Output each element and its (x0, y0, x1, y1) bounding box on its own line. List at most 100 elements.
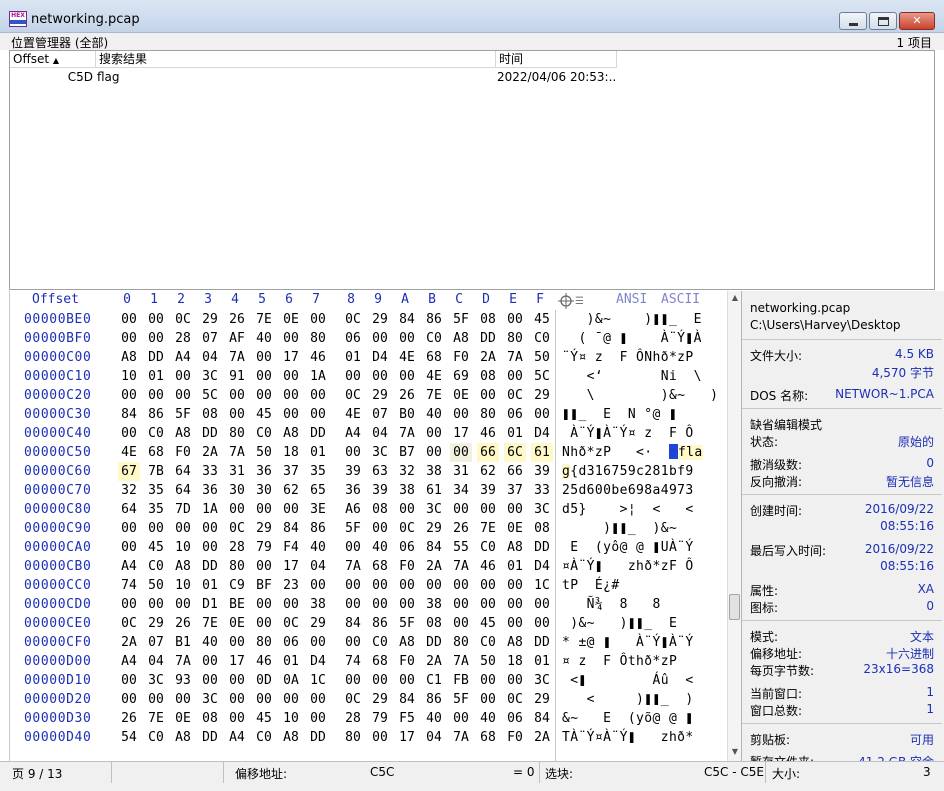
hex-byte[interactable]: 04 (199, 348, 221, 367)
hex-byte[interactable]: 01 (145, 367, 167, 386)
hex-byte[interactable]: 01 (280, 652, 302, 671)
hex-byte[interactable]: 0C (504, 386, 526, 405)
hex-byte[interactable]: 40 (369, 538, 391, 557)
hex-byte[interactable]: 00 (369, 595, 391, 614)
hex-byte[interactable]: F0 (172, 443, 194, 462)
hex-byte[interactable]: 7E (199, 614, 221, 633)
hex-byte[interactable]: 06 (504, 709, 526, 728)
text-row[interactable]: À¨Ý❚À¨Ý¤ z F Ô (556, 424, 725, 443)
hex-byte[interactable]: 80 (450, 633, 472, 652)
hex-byte[interactable]: 04 (145, 652, 167, 671)
scroll-up-icon[interactable]: ▲ (728, 293, 742, 305)
hex-byte[interactable]: F0 (396, 557, 418, 576)
hex-byte[interactable]: 7B (145, 462, 167, 481)
hex-byte[interactable]: 29 (307, 614, 329, 633)
hex-byte[interactable]: A4 (118, 557, 140, 576)
hex-row[interactable]: 00 00 00 3C 00 00 00 00 0C 29 84 86 5F 00 0C 29 (114, 690, 554, 709)
hex-byte[interactable]: 2A (199, 443, 221, 462)
hex-byte[interactable]: 1C (531, 576, 553, 595)
hex-byte[interactable]: 80 (226, 557, 248, 576)
hex-byte[interactable]: 46 (307, 348, 329, 367)
hex-byte[interactable]: 40 (423, 709, 445, 728)
hex-byte[interactable]: A4 (172, 348, 194, 367)
hex-byte[interactable]: A8 (396, 633, 418, 652)
hex-row[interactable]: 00 C0 A8 DD 80 C0 A8 DD A4 04 7A 00 17 46 01 D4 (114, 424, 554, 443)
hex-byte[interactable]: 00 (504, 500, 526, 519)
hex-byte[interactable]: 7E (477, 519, 499, 538)
hex-byte[interactable]: 00 (531, 595, 553, 614)
hex-byte[interactable]: 00 (145, 690, 167, 709)
hex-byte[interactable]: 18 (504, 652, 526, 671)
hex-byte[interactable]: 68 (369, 652, 391, 671)
hex-row[interactable]: A4 04 7A 00 17 46 01 D4 74 68 F0 2A 7A 50 18 01 (114, 652, 554, 671)
hex-byte[interactable]: 40 (199, 633, 221, 652)
hex-byte[interactable]: 0E (226, 614, 248, 633)
hex-byte[interactable]: 00 (423, 576, 445, 595)
hex-byte[interactable]: 00 (396, 367, 418, 386)
hex-byte[interactable]: 68 (145, 443, 167, 462)
hex-byte[interactable]: 86 (307, 519, 329, 538)
hex-byte[interactable]: 46 (477, 424, 499, 443)
hex-byte[interactable]: 26 (226, 310, 248, 329)
hex-byte[interactable]: DD (423, 633, 445, 652)
hex-byte[interactable]: 00 (226, 633, 248, 652)
hex-byte[interactable]: 37 (280, 462, 302, 481)
hex-byte[interactable]: 01 (504, 557, 526, 576)
hex-byte[interactable]: 45 (253, 709, 275, 728)
hex-byte[interactable]: 07 (369, 405, 391, 424)
hex-byte[interactable]: C0 (477, 633, 499, 652)
hex-byte[interactable]: 08 (199, 405, 221, 424)
hex-byte[interactable]: A4 (226, 728, 248, 747)
hex-byte[interactable]: D1 (199, 595, 221, 614)
hex-byte[interactable]: 00 (450, 709, 472, 728)
hex-byte[interactable]: C0 (145, 728, 167, 747)
hex-byte[interactable]: 69 (450, 367, 472, 386)
hex-byte[interactable]: 30 (253, 481, 275, 500)
hex-byte[interactable]: D4 (369, 348, 391, 367)
hex-byte[interactable]: 08 (477, 310, 499, 329)
hex-row[interactable]: 00 00 00 00 0C 29 84 86 5F 00 0C 29 26 7E 0E 08 (114, 519, 554, 538)
hex-byte[interactable]: AF (226, 329, 248, 348)
hex-byte[interactable]: 84 (342, 614, 364, 633)
hex-byte[interactable]: 00 (118, 424, 140, 443)
hex-byte[interactable]: 50 (531, 348, 553, 367)
result-text-cell[interactable]: flag (97, 69, 120, 85)
hex-byte[interactable]: 7E (145, 709, 167, 728)
hex-byte[interactable]: 00 (118, 329, 140, 348)
hex-byte[interactable]: 28 (226, 538, 248, 557)
hex-byte[interactable]: 10 (172, 576, 194, 595)
hex-row[interactable]: 00 00 00 5C 00 00 00 00 0C 29 26 7E 0E 00 0C 29 (114, 386, 554, 405)
hex-byte[interactable]: 08 (199, 709, 221, 728)
hex-byte[interactable]: 00 (199, 519, 221, 538)
hex-byte[interactable]: 23 (280, 576, 302, 595)
hex-byte[interactable]: 5F (172, 405, 194, 424)
hex-byte[interactable]: 86 (369, 614, 391, 633)
hex-byte[interactable]: 2A (118, 633, 140, 652)
hex-byte[interactable]: DD (531, 538, 553, 557)
text-row[interactable]: ¤À¨Ý❚ zhð*zF Ô (556, 557, 725, 576)
text-row[interactable]: Nhð*zP <· fla (556, 443, 725, 462)
hex-byte[interactable]: 29 (369, 310, 391, 329)
hex-byte[interactable]: 00 (307, 576, 329, 595)
hex-byte[interactable]: C1 (423, 671, 445, 690)
hex-row[interactable]: 32 35 64 36 30 30 62 65 36 39 38 61 34 39 37 33 (114, 481, 554, 500)
hex-row[interactable]: 67 7B 64 33 31 36 37 35 39 63 32 38 31 62 66 39 (114, 462, 554, 481)
hex-byte[interactable]: 61 (423, 481, 445, 500)
hex-byte[interactable]: 1A (199, 500, 221, 519)
hex-byte[interactable]: 08 (531, 519, 553, 538)
hex-byte[interactable]: 00 (504, 614, 526, 633)
text-row[interactable]: < )❚❚_ ) (556, 690, 725, 709)
hex-byte[interactable]: 00 (396, 576, 418, 595)
hex-byte[interactable]: 08 (369, 500, 391, 519)
hex-byte[interactable]: 26 (396, 386, 418, 405)
hex-byte[interactable]: 00 (396, 500, 418, 519)
hex-byte[interactable]: 64 (118, 500, 140, 519)
hex-byte[interactable]: 5F (450, 690, 472, 709)
hex-byte[interactable]: 62 (477, 462, 499, 481)
hex-byte[interactable]: 00 (145, 595, 167, 614)
maximize-button[interactable] (869, 12, 897, 30)
hex-byte[interactable]: 86 (423, 310, 445, 329)
hex-byte[interactable]: A8 (118, 348, 140, 367)
hex-byte[interactable]: 86 (145, 405, 167, 424)
hex-byte[interactable]: 80 (477, 405, 499, 424)
